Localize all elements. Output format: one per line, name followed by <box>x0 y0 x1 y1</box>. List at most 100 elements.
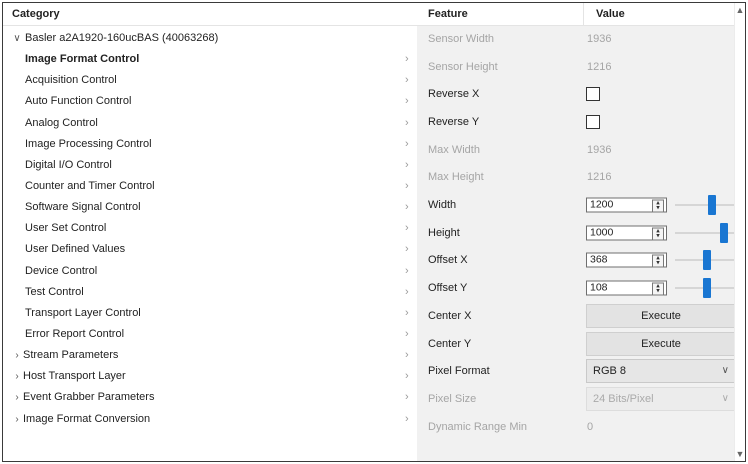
chevron-right-icon: › <box>405 412 409 425</box>
feature-name: Offset Y <box>428 282 468 295</box>
checkbox[interactable] <box>586 114 600 129</box>
spin-arrows-icon[interactable]: ▴ ▾ <box>652 199 664 213</box>
chevron-right-icon: › <box>405 349 409 362</box>
chevron-right-icon: › <box>405 327 409 340</box>
spin-arrows-icon[interactable]: ▴ ▾ <box>652 282 664 296</box>
tree-node-collapsed[interactable]: › Host Transport Layer › <box>3 366 417 387</box>
spin-arrows-icon[interactable]: ▴ ▾ <box>652 227 664 241</box>
feature-pane: Feature Value Sensor Width 1936 Sensor Hei… <box>417 3 737 461</box>
feature-row: Center Y Execute <box>417 330 737 358</box>
select-dropdown[interactable]: RGB 8 ∨ <box>586 359 736 384</box>
feature-value: 1216 <box>587 60 612 73</box>
category-item-label: Auto Function Control <box>25 95 132 108</box>
spin-value: 1000 <box>590 226 614 239</box>
select-value: RGB 8 <box>593 365 627 378</box>
chevron-right-icon: › <box>405 95 409 108</box>
value-slider[interactable] <box>675 277 736 299</box>
tree-node-collapsed[interactable]: › Event Grabber Parameters › <box>3 387 417 408</box>
expand-chevron-icon[interactable]: › <box>12 366 22 387</box>
feature-value: 1936 <box>587 32 612 45</box>
select-value: 24 Bits/Pixel <box>593 392 654 405</box>
slider-thumb[interactable] <box>707 195 716 216</box>
spin-input[interactable]: 108 ▴ ▾ <box>586 280 667 296</box>
feature-name: Pixel Format <box>428 365 490 378</box>
checkbox[interactable] <box>586 87 600 102</box>
vertical-scrollbar[interactable]: ▲ ▼ <box>734 3 745 461</box>
category-pane: Category ∨ Basler a2A1920-160ucBAS (40063… <box>3 3 417 461</box>
category-item[interactable]: Image Processing Control › <box>3 134 417 155</box>
feature-name: Sensor Width <box>428 32 495 45</box>
spin-input[interactable]: 1200 ▴ ▾ <box>586 197 667 213</box>
spin-value: 368 <box>590 253 608 266</box>
collapse-chevron-icon[interactable]: ∨ <box>12 28 22 49</box>
spin-input[interactable]: 1000 ▴ ▾ <box>586 225 667 241</box>
category-item-label: Image Format Control <box>25 53 140 66</box>
feature-row: Dynamic Range Min 0 <box>417 413 737 441</box>
column-divider[interactable] <box>583 3 584 25</box>
category-item[interactable]: Test Control › <box>3 282 417 303</box>
feature-name: Center X <box>428 309 472 322</box>
value-slider[interactable] <box>675 249 736 271</box>
chevron-right-icon: › <box>405 306 409 319</box>
feature-name: Height <box>428 226 460 239</box>
chevron-right-icon: › <box>405 137 409 150</box>
category-item[interactable]: Acquisition Control › <box>3 70 417 91</box>
tree-node-label: Event Grabber Parameters <box>23 391 155 404</box>
slider-track[interactable] <box>675 204 736 207</box>
category-item-label: Transport Layer Control <box>25 306 141 319</box>
select-dropdown: 24 Bits/Pixel ∨ <box>586 386 736 411</box>
category-item-label: Counter and Timer Control <box>25 179 155 192</box>
value-column-header[interactable]: Value <box>596 3 625 25</box>
slider-thumb[interactable] <box>702 250 711 271</box>
category-item-label: Image Processing Control <box>25 137 152 150</box>
feature-row: Max Width 1936 <box>417 136 737 164</box>
tree-node-root[interactable]: ∨ Basler a2A1920-160ucBAS (40063268) <box>3 28 417 49</box>
slider-thumb[interactable] <box>719 222 728 243</box>
category-item[interactable]: Analog Control › <box>3 113 417 134</box>
feature-name: Offset X <box>428 254 468 267</box>
expand-chevron-icon[interactable]: › <box>12 387 22 408</box>
category-item[interactable]: Error Report Control › <box>3 324 417 345</box>
tree-node-label: Image Format Conversion <box>23 412 151 425</box>
category-item-label: Test Control <box>25 285 84 298</box>
feature-value: 0 <box>587 420 594 433</box>
feature-row: Sensor Height 1216 <box>417 53 737 81</box>
category-item[interactable]: Software Signal Control › <box>3 197 417 218</box>
execute-button[interactable]: Execute <box>586 331 736 356</box>
expand-chevron-icon[interactable]: › <box>12 409 22 430</box>
scroll-down-icon[interactable]: ▼ <box>735 449 745 459</box>
execute-button[interactable]: Execute <box>586 303 736 328</box>
tree-node-collapsed[interactable]: › Stream Parameters › <box>3 345 417 366</box>
feature-name: Max Height <box>428 171 484 184</box>
category-header[interactable]: Category <box>3 3 417 26</box>
category-item[interactable]: Counter and Timer Control › <box>3 176 417 197</box>
expand-chevron-icon[interactable]: › <box>12 345 22 366</box>
feature-row: Max Height 1216 <box>417 164 737 192</box>
scroll-up-icon[interactable]: ▲ <box>735 5 745 15</box>
category-item[interactable]: User Defined Values › <box>3 239 417 260</box>
chevron-right-icon: › <box>405 74 409 87</box>
category-item[interactable]: User Set Control › <box>3 218 417 239</box>
category-item[interactable]: Digital I/O Control › <box>3 155 417 176</box>
category-item[interactable]: Transport Layer Control › <box>3 303 417 324</box>
category-item-label: Digital I/O Control <box>25 158 112 171</box>
category-item[interactable]: Auto Function Control › <box>3 91 417 112</box>
chevron-right-icon: › <box>405 53 409 66</box>
category-item[interactable]: Device Control › <box>3 261 417 282</box>
category-item-label: Device Control <box>25 264 98 277</box>
chevron-down-icon[interactable]: ∨ <box>722 360 729 382</box>
feature-row: Pixel Format RGB 8 ∨ <box>417 357 737 385</box>
tree-node-label: Basler a2A1920-160ucBAS (40063268) <box>25 32 219 44</box>
chevron-right-icon: › <box>405 179 409 192</box>
spin-input[interactable]: 368 ▴ ▾ <box>586 252 667 268</box>
tree-node-label: Stream Parameters <box>23 349 119 362</box>
chevron-down-icon: ∨ <box>721 392 729 404</box>
feature-column-header[interactable]: Feature <box>428 3 468 25</box>
spin-arrows-icon[interactable]: ▴ ▾ <box>652 254 664 268</box>
category-item[interactable]: Image Format Control › <box>3 49 417 70</box>
feature-name: Sensor Height <box>428 60 498 73</box>
tree-node-collapsed[interactable]: › Image Format Conversion › <box>3 409 417 430</box>
value-slider[interactable] <box>675 194 736 216</box>
value-slider[interactable] <box>675 222 736 244</box>
slider-thumb[interactable] <box>702 278 711 299</box>
